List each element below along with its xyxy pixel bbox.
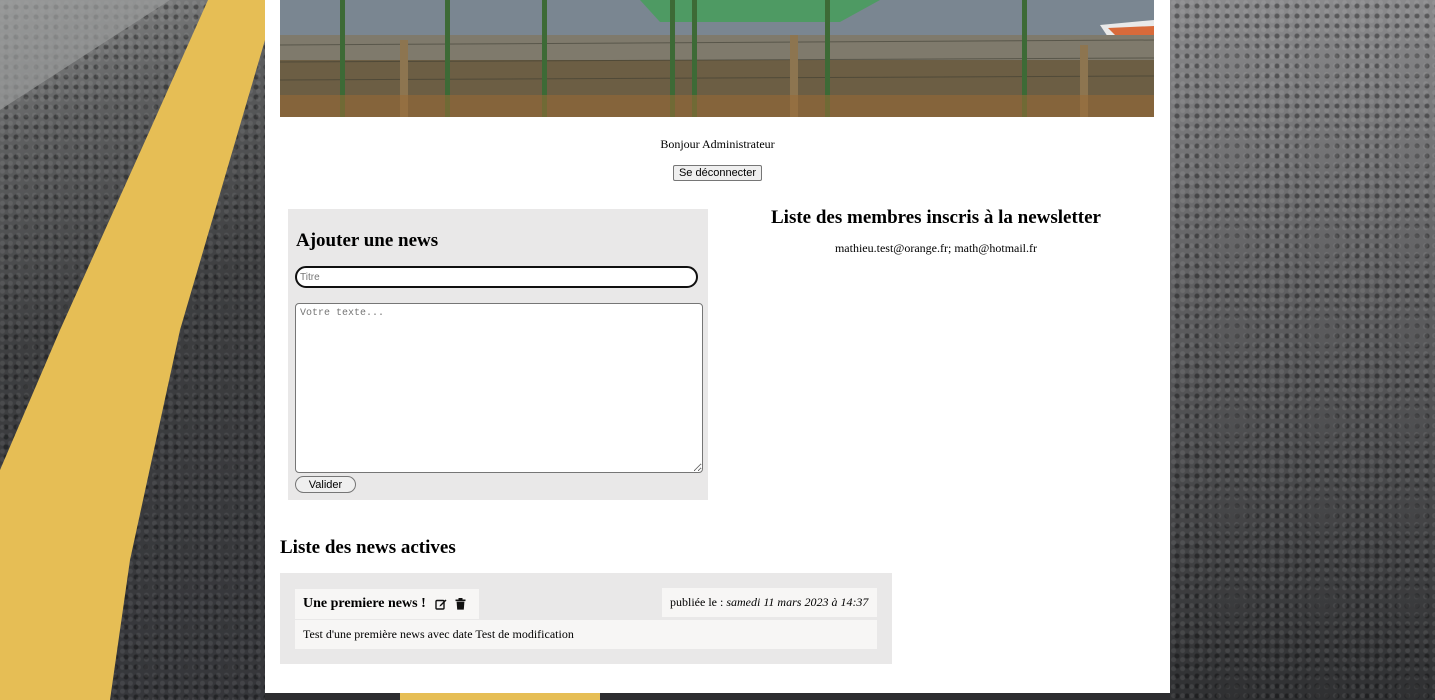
- newsletter-members-list: mathieu.test@orange.fr; math@hotmail.fr: [834, 241, 1038, 255]
- news-item: Une premiere news ! publiée le : samedi …: [280, 573, 892, 664]
- active-news-heading: Liste des news actives: [280, 537, 456, 558]
- logout-button[interactable]: Se déconnecter: [672, 165, 763, 181]
- news-date-prefix: publiée le :: [670, 595, 727, 609]
- road-stripe-bottom: [400, 693, 600, 700]
- background-asphalt-right: [1170, 0, 1435, 700]
- news-text-area[interactable]: [295, 303, 703, 473]
- add-news-heading: Ajouter une news: [296, 230, 439, 251]
- submit-news-button[interactable]: Valider: [295, 476, 356, 493]
- newsletter-heading: Liste des membres inscris à la newslette…: [771, 207, 1101, 228]
- news-item-header: Une premiere news !: [295, 589, 479, 619]
- logout-container: Se déconnecter: [265, 163, 1170, 181]
- newsletter-section: Liste des membres inscris à la newslette…: [730, 207, 1142, 256]
- greeting-text: Bonjour Administrateur: [660, 137, 775, 151]
- news-item-date: publiée le : samedi 11 mars 2023 à 14:37: [662, 588, 877, 617]
- news-date-value: samedi 11 mars 2023 à 14:37: [726, 595, 869, 609]
- add-news-panel: Ajouter une news Valider: [288, 209, 708, 500]
- main-content: Bonjour Administrateur Se déconnecter Aj…: [265, 0, 1170, 693]
- news-title-input[interactable]: [295, 266, 698, 288]
- trash-icon[interactable]: [454, 597, 468, 611]
- racetrack-photo: [280, 0, 1154, 117]
- news-item-body: Test d'une première news avec date Test …: [295, 620, 877, 649]
- edit-icon[interactable]: [434, 597, 448, 611]
- header-banner-image: [280, 0, 1154, 117]
- news-item-title: Une premiere news !: [303, 596, 426, 611]
- road-stripe: [0, 0, 265, 700]
- background-asphalt-bottom: [265, 693, 1170, 700]
